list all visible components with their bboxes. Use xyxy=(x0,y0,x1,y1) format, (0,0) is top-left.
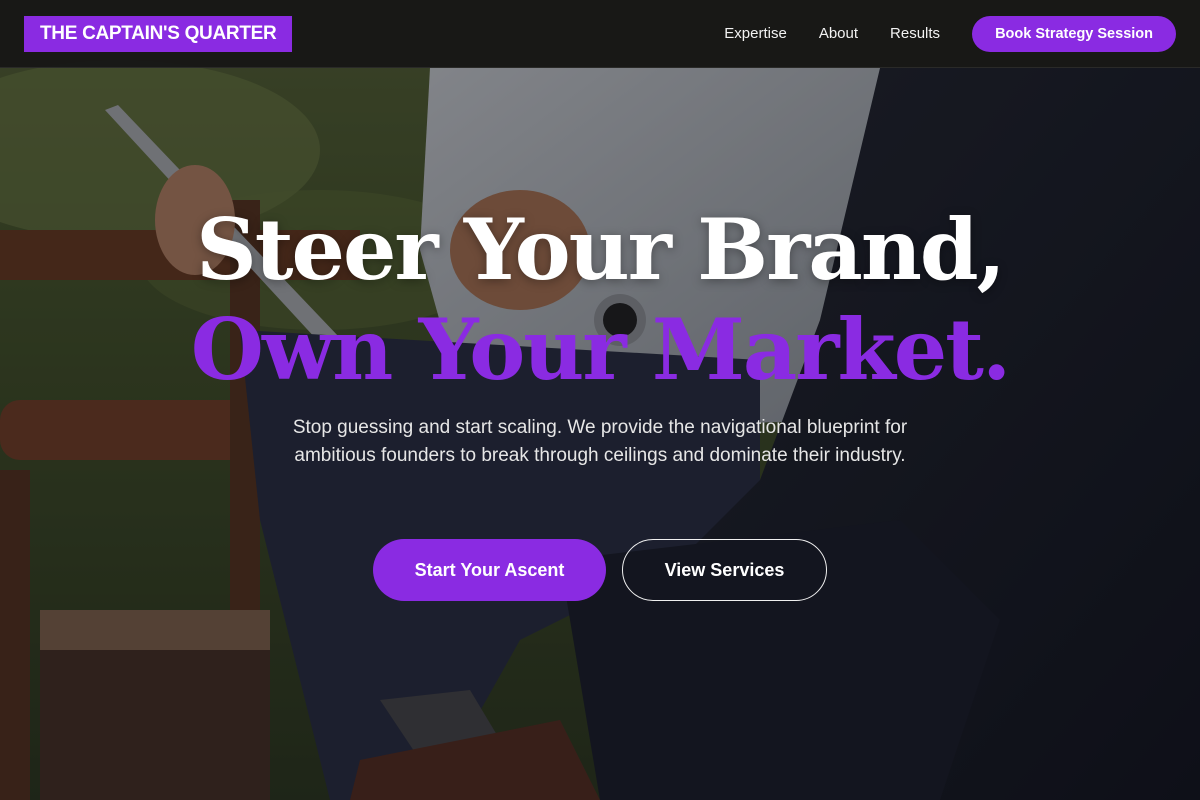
book-strategy-session-button[interactable]: Book Strategy Session xyxy=(972,15,1176,52)
nav-link-about[interactable]: About xyxy=(819,25,858,42)
top-navbar: THE CAPTAIN'S QUARTER Expertise About Re… xyxy=(0,0,1200,68)
brand-logo[interactable]: THE CAPTAIN'S QUARTER xyxy=(24,15,293,52)
view-services-button[interactable]: View Services xyxy=(622,539,827,601)
hero-headline-line1: Steer Your Brand, xyxy=(196,200,1006,299)
nav-links: Expertise About Results xyxy=(724,25,940,42)
start-your-ascent-button[interactable]: Start Your Ascent xyxy=(373,539,606,601)
hero-content: Steer Your Brand, Own Your Market. Stop … xyxy=(0,68,1200,800)
hero-headline-line2: Own Your Market. xyxy=(190,300,1011,399)
hero-subtitle: Stop guessing and start scaling. We prov… xyxy=(292,417,908,466)
nav-right-group: Expertise About Results Book Strategy Se… xyxy=(724,15,1176,52)
nav-link-results[interactable]: Results xyxy=(890,25,940,42)
nav-link-expertise[interactable]: Expertise xyxy=(724,25,787,42)
hero-section: THE CAPTAIN'S QUARTER Expertise About Re… xyxy=(0,0,1200,800)
hero-button-group: Start Your Ascent View Services xyxy=(0,539,1200,601)
